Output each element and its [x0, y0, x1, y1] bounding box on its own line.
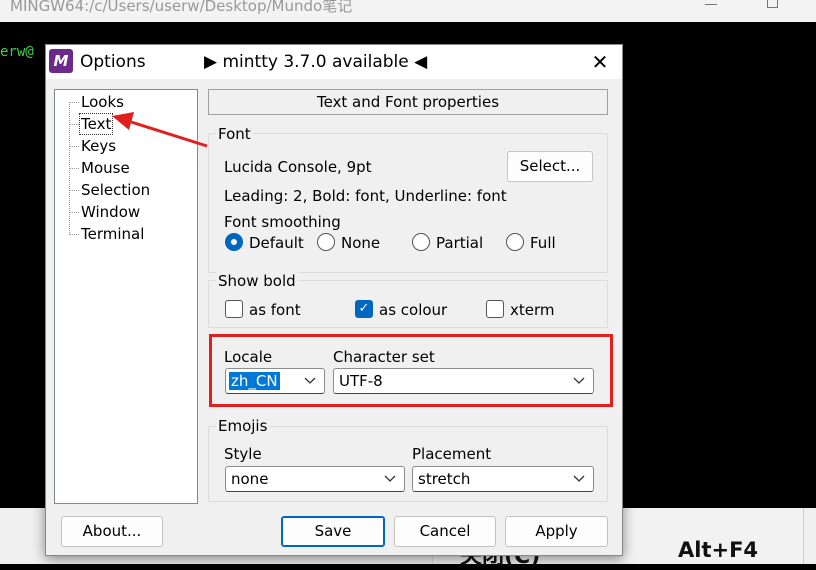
bold-as-font-label[interactable]: as font	[249, 301, 301, 319]
apply-button[interactable]: Apply	[505, 516, 608, 547]
tree-connector	[69, 102, 79, 103]
tree-item-label: Keys	[81, 137, 117, 155]
options-dialog: M Options ▶ mintty 3.7.0 available ◀ ✕ L…	[45, 44, 623, 556]
context-menu-close-shortcut: Alt+F4	[678, 538, 759, 562]
font-name: Lucida Console, 9pt	[224, 158, 372, 176]
dialog-titlebar: M Options ▶ mintty 3.7.0 available ◀ ✕	[46, 45, 622, 79]
emoji-placement-value: stretch	[418, 470, 471, 488]
select-font-button[interactable]: Select...	[507, 151, 593, 182]
show-bold-group-title: Show bold	[216, 272, 298, 290]
smoothing-partial-radio[interactable]	[412, 233, 430, 251]
font-details: Leading: 2, Bold: font, Underline: font	[224, 187, 507, 205]
tree-item-label: Looks	[81, 93, 124, 111]
tree-item-label: Terminal	[81, 225, 145, 243]
bold-xterm-label[interactable]: xterm	[510, 301, 555, 319]
update-notice[interactable]: ▶ mintty 3.7.0 available ◀	[204, 52, 427, 72]
tree-item-label: Selection	[81, 181, 151, 199]
bold-xterm-checkbox[interactable]	[486, 300, 504, 318]
smoothing-full-radio[interactable]	[506, 233, 524, 251]
emoji-placement-label: Placement	[412, 445, 492, 463]
emojis-group-title: Emojis	[216, 417, 270, 435]
dialog-title: Options	[80, 52, 146, 72]
tree-item-label: Mouse	[81, 159, 130, 177]
maximize-icon[interactable]	[767, 0, 778, 8]
smoothing-default-radio[interactable]	[225, 233, 243, 251]
smoothing-default-label[interactable]: Default	[249, 234, 304, 252]
terminal-title: MINGW64:/c/Users/userw/Desktop/Mundo笔记	[10, 0, 353, 15]
about-button[interactable]: About...	[61, 516, 163, 547]
save-button[interactable]: Save	[281, 516, 385, 547]
bold-as-colour-label[interactable]: as colour	[379, 301, 447, 319]
page-header: Text and Font properties	[208, 89, 608, 115]
mintty-app-icon: M	[49, 49, 73, 73]
category-tree[interactable]: Looks Text Keys Mouse Selection Window T…	[54, 89, 198, 504]
cancel-button[interactable]: Cancel	[394, 516, 496, 547]
bold-as-font-checkbox[interactable]	[225, 300, 243, 318]
tree-connector	[69, 168, 79, 169]
emoji-style-value: none	[231, 470, 269, 488]
font-smoothing-label: Font smoothing	[224, 213, 341, 231]
smoothing-partial-label[interactable]: Partial	[436, 234, 483, 252]
smoothing-full-label[interactable]: Full	[530, 234, 556, 252]
tree-connector	[69, 124, 79, 125]
annotation-highlight-box	[209, 334, 613, 407]
font-group-title: Font	[216, 125, 253, 143]
tree-connector	[69, 212, 79, 213]
tree-connector	[69, 234, 79, 235]
emoji-placement-combobox[interactable]: stretch	[412, 466, 594, 492]
smoothing-none-radio[interactable]	[317, 233, 335, 251]
emoji-style-label: Style	[224, 445, 262, 463]
tree-item-label: Text	[78, 113, 114, 135]
smoothing-none-label[interactable]: None	[341, 234, 380, 252]
bold-as-colour-checkbox[interactable]: ✓	[355, 300, 373, 318]
terminal-prompt: erw@	[0, 44, 34, 60]
tree-item-label: Window	[81, 203, 141, 221]
close-icon[interactable]: ✕	[586, 48, 614, 76]
tree-connector	[69, 146, 79, 147]
chevron-down-icon	[384, 475, 396, 482]
tree-connector	[69, 190, 79, 191]
emoji-style-combobox[interactable]: none	[225, 466, 405, 492]
chevron-down-icon	[573, 475, 585, 482]
minimize-icon[interactable]	[705, 4, 717, 5]
